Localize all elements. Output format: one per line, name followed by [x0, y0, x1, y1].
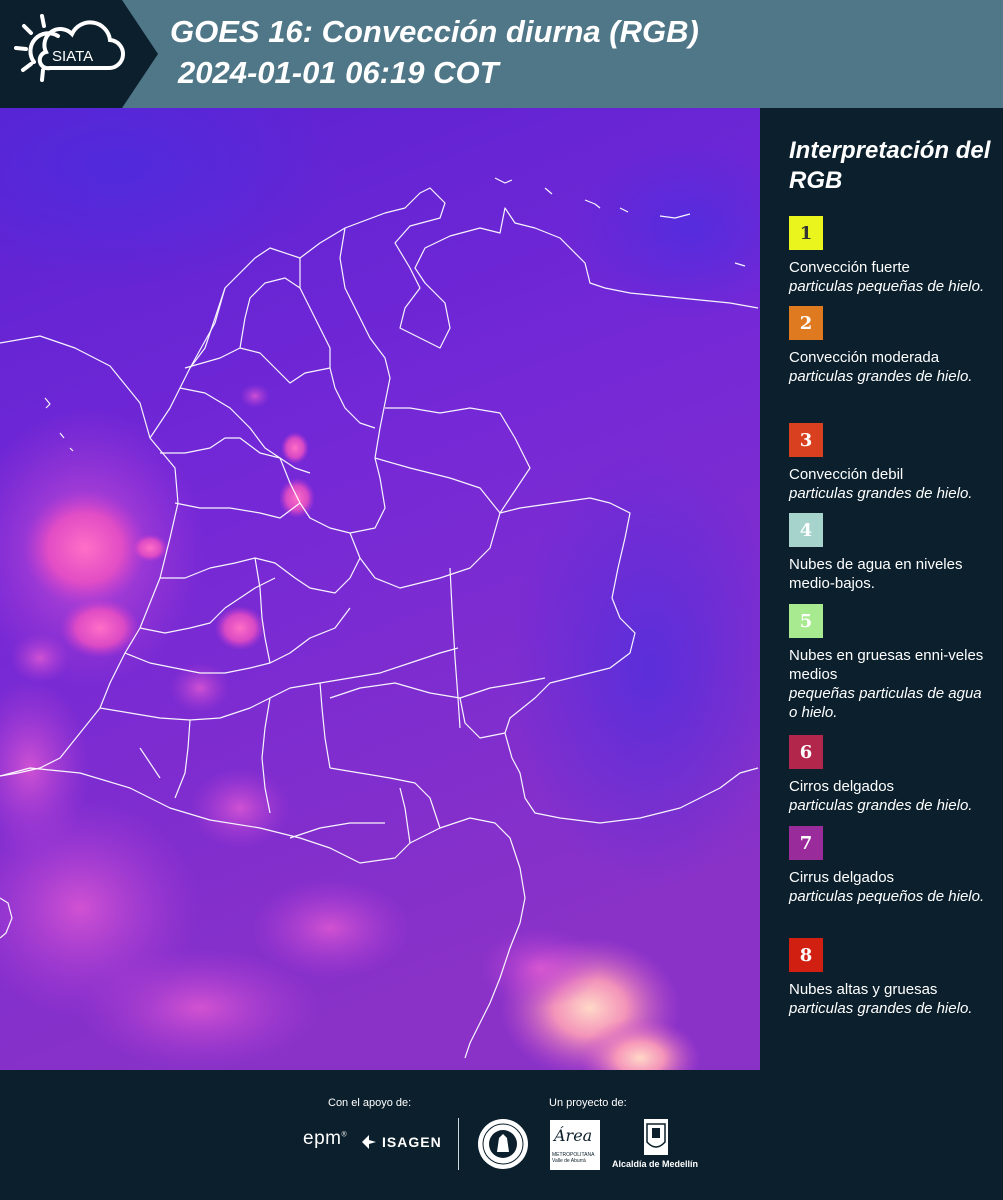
isagen-icon: [362, 1135, 376, 1149]
legend-swatch: 8: [789, 938, 823, 972]
footer-divider: [458, 1118, 459, 1170]
legend-item-label: Cirrus delgados: [789, 869, 895, 886]
isagen-text: ISAGEN: [382, 1134, 442, 1150]
legend-item-description: pequeñas particulas de agua o hielo.: [789, 685, 982, 721]
legend-item: 7 Cirrus delgados particulas pequeños de h…: [789, 826, 989, 906]
legend-swatch: 6: [789, 735, 823, 769]
area-logo-subtext: METROPOLITANA Valle de Aburrá: [552, 1152, 595, 1164]
legend-swatch: 2: [789, 306, 823, 340]
legend-item: 6 Cirros delgados particulas grandes de hi…: [789, 735, 989, 815]
legend-item: 8 Nubes altas y gruesas particulas grandes…: [789, 938, 989, 1018]
legend-item: 5 Nubes en gruesas enni-veles medios peque…: [789, 604, 989, 722]
legend-swatch: 5: [789, 604, 823, 638]
page-datetime: 2024-01-01 06:19 COT: [178, 55, 499, 90]
legend-item-label: Nubes altas y gruesas: [789, 981, 938, 998]
satellite-map[interactable]: [0, 108, 760, 1070]
legend-item: 3 Convección debil particulas grandes de h…: [789, 423, 989, 503]
legend-item: 1 Convección fuerte particulas pequeñas de…: [789, 216, 989, 296]
legend-panel: Interpretación del RGB 1 Convección fuert…: [770, 108, 1003, 1070]
sun-cloud-icon: SIATA: [14, 14, 126, 82]
satellite-map-graphic: [0, 108, 760, 1070]
legend-item-description: particulas grandes de hielo.: [789, 485, 973, 502]
legend-item: 2 Convección moderada particulas grandes d…: [789, 306, 989, 386]
legend-item-label: Cirros delgados: [789, 778, 895, 795]
legend-swatch: 7: [789, 826, 823, 860]
legend-item-label: Convección fuerte: [789, 259, 910, 276]
epm-registered-mark: ®: [341, 1131, 348, 1139]
legend-swatch: 1: [789, 216, 823, 250]
legend-item-description: particulas grandes de hielo.: [789, 368, 973, 385]
legend-title: Interpretación del RGB: [789, 137, 991, 194]
header: SIATA GOES 16: Convección diurna (RGB) 2…: [0, 0, 1003, 108]
legend-swatch: 3: [789, 423, 823, 457]
legend-item-description: particulas grandes de hielo.: [789, 797, 973, 814]
legend-item: 4 Nubes de agua en niveles medio-bajos.: [789, 513, 989, 593]
legend-swatch: 4: [789, 513, 823, 547]
isagen-logo[interactable]: ISAGEN: [360, 1133, 442, 1151]
area-logo-text: Área: [554, 1126, 593, 1145]
project-label: Un proyecto de:: [549, 1097, 627, 1109]
legend-item-description: particulas pequeños de hielo.: [789, 888, 985, 905]
medellin-crest-icon[interactable]: [643, 1118, 669, 1156]
epm-logo[interactable]: epm®: [303, 1128, 347, 1150]
siata-logo[interactable]: SIATA: [0, 0, 158, 108]
legend-item-label: Convección debil: [789, 466, 904, 483]
epm-text: epm: [303, 1128, 342, 1149]
area-metropolitana-logo[interactable]: Área METROPOLITANA Valle de Aburrá: [550, 1120, 600, 1170]
legend-item-description: particulas pequeñas de hielo.: [789, 278, 985, 295]
legend-item-label: Nubes en gruesas enni-veles medios: [789, 647, 984, 683]
support-label: Con el apoyo de:: [328, 1097, 412, 1109]
legend-item-label: Nubes de agua en niveles medio-bajos.: [789, 556, 963, 592]
logo-text: SIATA: [52, 48, 93, 65]
page-title: GOES 16: Convección diurna (RGB): [170, 14, 699, 49]
footer: Con el apoyo de: Un proyecto de: epm® IS…: [0, 1070, 1003, 1200]
medellin-label: Alcaldía de Medellín: [612, 1159, 699, 1169]
legend-item-label: Convección moderada: [789, 349, 940, 366]
university-seal-icon[interactable]: [477, 1118, 529, 1170]
legend-item-description: particulas grandes de hielo.: [789, 1000, 973, 1017]
